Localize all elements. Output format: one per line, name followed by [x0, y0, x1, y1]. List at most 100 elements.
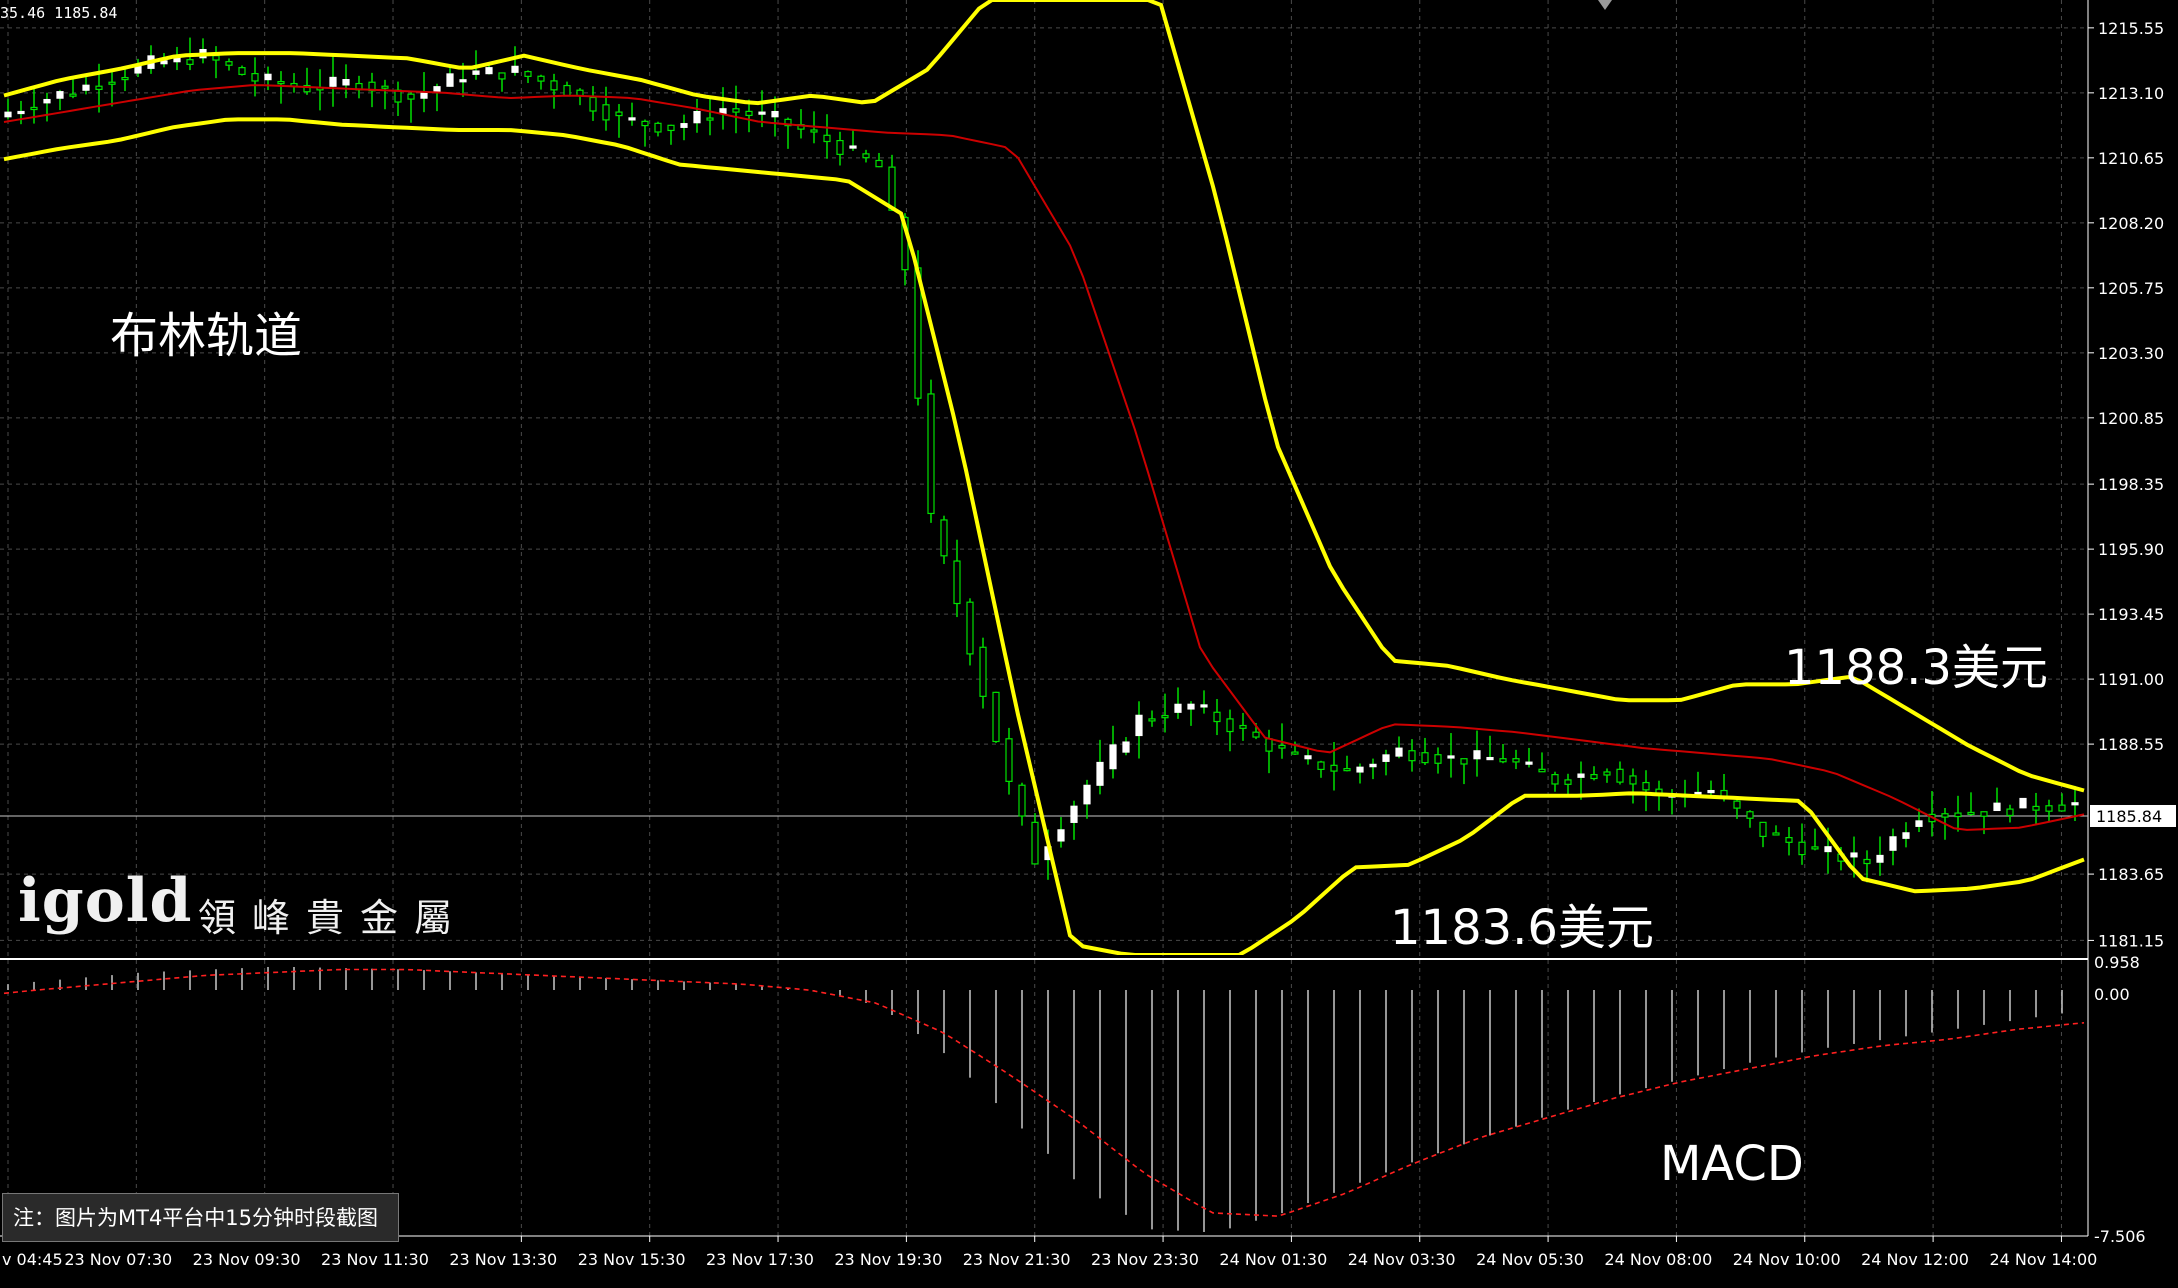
- bear-candle: [1629, 775, 1637, 785]
- time-tick-label: 24 Nov 08:00: [1604, 1250, 1712, 1269]
- bear-candle: [745, 110, 753, 117]
- bear-candle: [641, 120, 649, 127]
- time-tick-label: 23 Nov 15:30: [578, 1250, 686, 1269]
- bear-candle: [1798, 841, 1806, 856]
- bull-candle: [329, 76, 337, 87]
- price-tick-label: 1215.55: [2098, 19, 2164, 38]
- price-tick-label: 1195.90: [2098, 540, 2164, 559]
- bull-candle: [82, 84, 90, 91]
- bear-candle: [732, 108, 740, 113]
- bull-candle: [1057, 829, 1065, 842]
- time-tick-label: 24 Nov 10:00: [1733, 1250, 1841, 1269]
- bear-candle: [1252, 731, 1260, 738]
- bull-candle: [1876, 854, 1884, 863]
- price-tick-label: 1200.85: [2098, 409, 2164, 428]
- bear-candle: [1031, 821, 1039, 865]
- bear-candle: [1291, 751, 1299, 755]
- bear-candle: [69, 93, 77, 97]
- bear-candle: [979, 646, 987, 697]
- price-tick-label: 1193.45: [2098, 605, 2164, 624]
- bear-candle: [615, 111, 623, 117]
- bull-candle: [1473, 750, 1481, 760]
- bear-candle: [524, 71, 532, 77]
- bull-candle: [1187, 703, 1195, 710]
- bull-candle: [1200, 704, 1208, 708]
- bear-candle: [1785, 837, 1793, 843]
- time-tick-label: 24 Nov 05:30: [1476, 1250, 1584, 1269]
- time-tick-label: 24 Nov 01:30: [1219, 1250, 1327, 1269]
- bear-candle: [1005, 738, 1013, 782]
- bull-candle: [1993, 802, 2001, 812]
- bollinger-annotation: 布林轨道: [110, 308, 302, 364]
- current-price-label: 1185.84: [2096, 807, 2162, 826]
- bull-candle: [1902, 832, 1910, 839]
- time-tick-label: 23 Nov 07:30: [64, 1250, 172, 1269]
- bear-candle: [1460, 758, 1468, 765]
- bear-candle: [1980, 811, 1988, 817]
- bull-candle: [771, 110, 779, 118]
- bull-candle: [472, 70, 480, 75]
- time-tick-label: 23 Nov 21:30: [963, 1250, 1071, 1269]
- bear-candle: [1265, 738, 1273, 752]
- bear-candle: [407, 93, 415, 100]
- bear-candle: [940, 519, 948, 557]
- bull-candle: [420, 92, 428, 99]
- price-tick-label: 1198.35: [2098, 475, 2164, 494]
- bear-candle: [589, 96, 597, 112]
- bear-candle: [1538, 768, 1546, 773]
- bear-candle: [108, 81, 116, 85]
- time-tick-label: 23 Nov 11:30: [321, 1250, 429, 1269]
- bear-candle: [953, 560, 961, 605]
- bear-candle: [550, 80, 558, 91]
- bull-candle: [160, 60, 168, 65]
- bear-candle: [381, 85, 389, 89]
- bull-candle: [1889, 836, 1897, 851]
- bear-candle: [121, 76, 129, 81]
- price-chart[interactable]: 1215.55 1213.10 1210.65 1208.20 1205.75 1203.…: [0, 0, 2178, 1288]
- bear-candle: [810, 129, 818, 133]
- bull-candle: [1369, 763, 1377, 768]
- bull-candle: [17, 110, 25, 115]
- bear-candle: [1772, 832, 1780, 836]
- bear-candle: [251, 73, 259, 82]
- bear-candle: [2006, 808, 2014, 817]
- bear-candle: [992, 691, 1000, 743]
- price-tick-label: 1203.30: [2098, 344, 2164, 363]
- bear-candle: [498, 72, 506, 80]
- bull-candle: [680, 123, 688, 128]
- time-tick-label: 23 Nov 19:30: [834, 1250, 942, 1269]
- bull-candle: [1135, 714, 1143, 737]
- bear-candle: [1161, 714, 1169, 719]
- bear-candle: [602, 104, 610, 121]
- bull-candle: [56, 91, 64, 99]
- bear-candle: [95, 85, 103, 90]
- bull-candle: [1447, 755, 1455, 759]
- bear-candle: [667, 124, 675, 132]
- bear-candle: [1434, 754, 1442, 764]
- bear-candle: [1330, 764, 1338, 772]
- bull-candle: [1356, 766, 1364, 773]
- bear-candle: [1759, 821, 1767, 838]
- bull-candle: [628, 117, 636, 121]
- bull-candle: [1525, 761, 1533, 765]
- bull-candle: [1707, 789, 1715, 794]
- time-tick-label: 23 Nov 17:30: [706, 1250, 814, 1269]
- bear-candle: [1317, 761, 1325, 771]
- bull-candle: [1096, 761, 1104, 786]
- bear-candle: [875, 159, 883, 168]
- bear-candle: [1642, 781, 1650, 791]
- bear-candle: [1239, 724, 1247, 729]
- bear-candle: [2058, 804, 2066, 812]
- bear-candle: [836, 139, 844, 155]
- bull-candle: [849, 145, 857, 149]
- bear-candle: [394, 89, 402, 103]
- price-tick-label: 1213.10: [2098, 84, 2164, 103]
- bear-candle: [706, 117, 714, 121]
- chart-header: 35.46 1185.84: [0, 4, 117, 22]
- bull-candle: [459, 79, 467, 83]
- time-tick-label: 23 Nov 09:30: [193, 1250, 301, 1269]
- bear-candle: [238, 67, 246, 76]
- bear-candle: [1603, 771, 1611, 776]
- bull-candle: [1850, 852, 1858, 858]
- bull-candle: [1577, 773, 1585, 778]
